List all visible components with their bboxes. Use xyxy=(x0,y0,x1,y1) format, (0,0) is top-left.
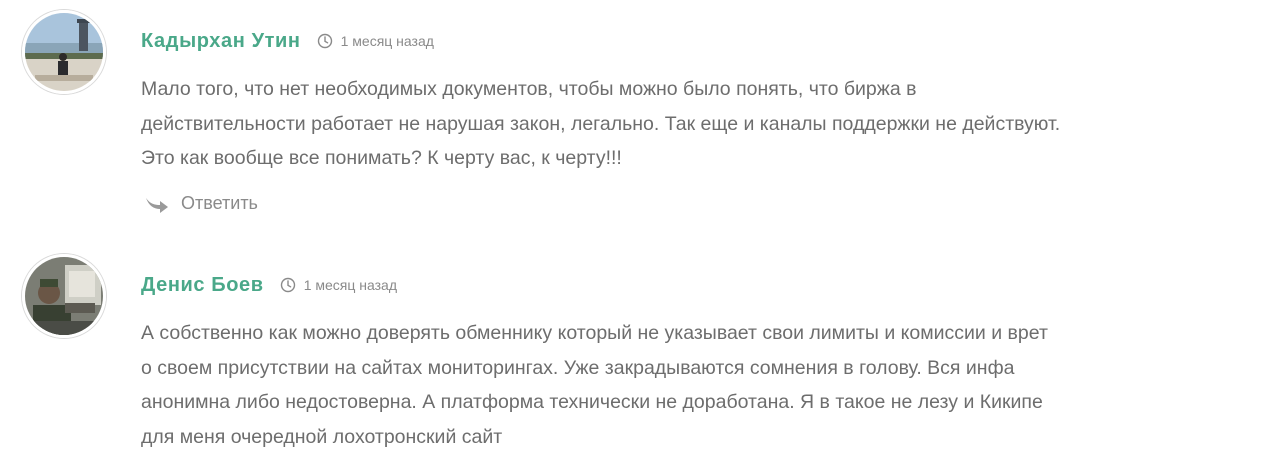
comment-text-line: для меня очередной лохотронский сайт xyxy=(141,425,503,448)
comment-text-line: анонимна либо недостоверна. А платформа … xyxy=(141,391,1043,413)
comment-meta: Денис Боев 1 месяц назад xyxy=(141,272,397,298)
time-label: 1 месяц назад xyxy=(303,277,397,293)
avatar[interactable] xyxy=(22,254,106,338)
comment-text-line: о своем присутствии на сайтах мониторинг… xyxy=(141,356,1015,379)
comment-text-line: Это как вообще все понимать? К черту вас… xyxy=(141,147,622,169)
comment-time: 1 месяц назад xyxy=(317,33,434,49)
clock-icon xyxy=(317,33,333,49)
comment-text-line: Мало того, что нет необходимых документо… xyxy=(141,78,917,100)
comment-text-line: А собственно как можно доверять обменник… xyxy=(141,322,1048,344)
time-label: 1 месяц назад xyxy=(340,33,434,49)
comment-meta: Кадырхан Утин 1 месяц назад xyxy=(141,28,434,54)
comment-text: Мало того, что нет необходимых документо… xyxy=(141,72,1181,176)
comment-time: 1 месяц назад xyxy=(280,277,397,293)
comment-text-line: действительности работает не нарушая зак… xyxy=(141,112,1061,135)
author-name[interactable]: Кадырхан Утин xyxy=(141,30,301,53)
comment-text: А собственно как можно доверять обменник… xyxy=(141,316,1181,454)
clock-icon xyxy=(280,277,296,293)
reply-button[interactable]: Ответить xyxy=(144,193,258,214)
reply-arrow-icon xyxy=(144,194,170,214)
avatar[interactable] xyxy=(22,10,106,94)
author-name[interactable]: Денис Боев xyxy=(141,274,264,297)
reply-label: Ответить xyxy=(181,193,258,213)
